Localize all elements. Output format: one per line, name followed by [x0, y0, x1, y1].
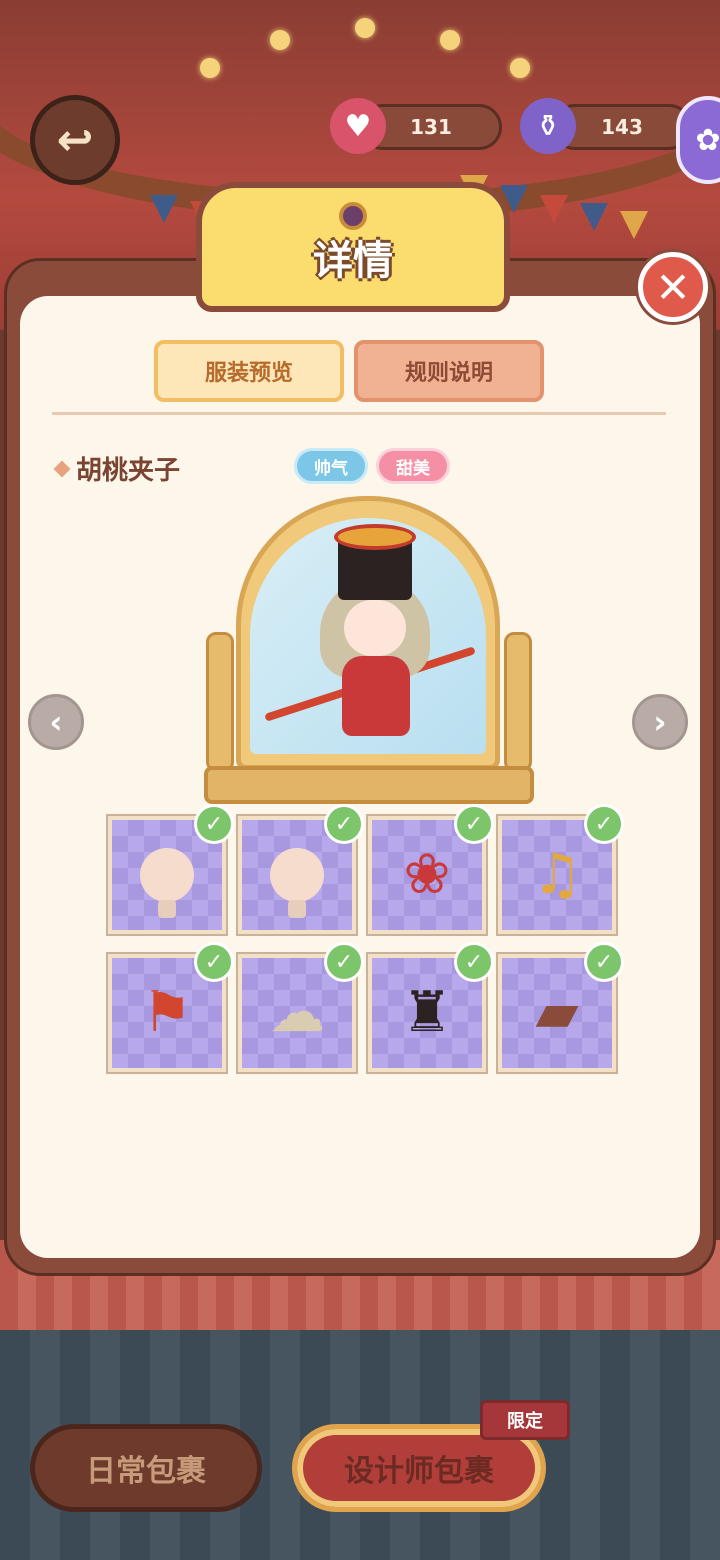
- hat-icon: ♜: [401, 980, 453, 1045]
- rabbit-menu-button[interactable]: ✿: [676, 96, 720, 184]
- character-preview: [264, 524, 476, 750]
- style-tag-sweet: 甜美: [376, 448, 450, 484]
- chevron-left-icon: ‹: [49, 703, 63, 741]
- potion-icon: ⚱: [520, 98, 576, 154]
- hair-icon: ☁: [269, 980, 325, 1045]
- mirror-base: [204, 766, 534, 804]
- back-button[interactable]: ↩: [30, 95, 120, 185]
- tab-outfit-preview[interactable]: 服装预览: [154, 340, 344, 402]
- owned-check-icon: ✓: [324, 942, 364, 982]
- owned-check-icon: ✓: [454, 942, 494, 982]
- back-arrow-icon: ↩: [56, 114, 94, 166]
- style-tag-cool: 帅气: [294, 448, 368, 484]
- style-tag-cool-label: 帅气: [314, 458, 348, 479]
- prev-outfit-button[interactable]: ‹: [28, 694, 84, 750]
- coat-icon: ❀: [403, 842, 451, 907]
- dialog-title-tab: 详情: [196, 182, 510, 312]
- chevron-right-icon: ›: [653, 703, 667, 741]
- earring-icon: [140, 848, 194, 918]
- title-hole-ornament: [339, 202, 367, 230]
- outfit-title: 胡桃夹子: [53, 450, 181, 487]
- hearts-value: 131: [410, 115, 452, 139]
- character-face: [344, 600, 406, 656]
- divider: [52, 412, 666, 415]
- potion-value: 143: [601, 115, 643, 139]
- character-hat-top: [334, 524, 416, 550]
- mirror-post-left: [206, 632, 234, 772]
- limited-badge: 限定: [480, 1400, 570, 1440]
- owned-check-icon: ✓: [584, 804, 624, 844]
- dialog-title: 详情: [313, 238, 393, 284]
- tab-outfit-preview-label: 服装预览: [204, 361, 293, 386]
- character-body: [342, 656, 410, 736]
- style-tag-sweet-label: 甜美: [396, 458, 430, 479]
- owned-check-icon: ✓: [324, 804, 364, 844]
- staff-icon: ⚑: [141, 980, 193, 1045]
- diamond-bullet-icon: [53, 460, 71, 477]
- daily-package-label: 日常包裹: [86, 1454, 206, 1489]
- daily-package-button[interactable]: 日常包裹: [30, 1424, 262, 1512]
- owned-check-icon: ✓: [454, 804, 494, 844]
- next-outfit-button[interactable]: ›: [632, 694, 688, 750]
- boots-icon: ▰: [535, 980, 579, 1045]
- rabbit-icon: ✿: [695, 122, 720, 158]
- owned-check-icon: ✓: [584, 942, 624, 982]
- mirror-post-right: [504, 632, 532, 772]
- makeup-icon: [270, 848, 324, 918]
- limited-badge-label: 限定: [507, 1411, 543, 1432]
- heart-icon: ♥: [330, 98, 386, 154]
- outfit-name: 胡桃夹子: [76, 456, 181, 486]
- close-button[interactable]: ✕: [638, 252, 708, 322]
- designer-package-label: 设计师包裹: [344, 1454, 494, 1489]
- tab-rules-label: 规则说明: [404, 361, 493, 386]
- close-icon: ✕: [655, 262, 691, 312]
- game-screen: ↩ 131 ♥ 143 ⚱ ✿ 详情 ✕ 服装预览 规则说明 胡桃夹子 帅气 甜…: [0, 0, 720, 1560]
- owned-check-icon: ✓: [194, 804, 234, 844]
- tab-rules[interactable]: 规则说明: [354, 340, 544, 402]
- trumpet-icon: ♫: [531, 842, 583, 907]
- owned-check-icon: ✓: [194, 942, 234, 982]
